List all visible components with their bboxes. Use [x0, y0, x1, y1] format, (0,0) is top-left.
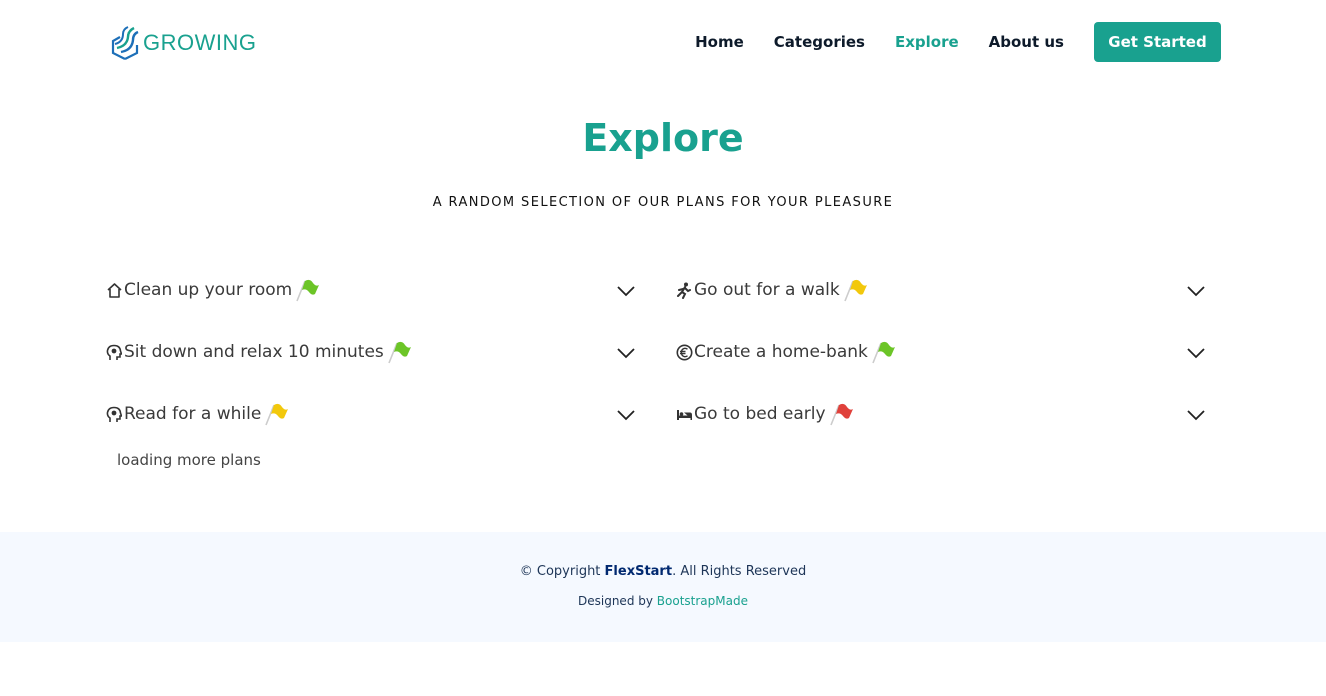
- plan-label: Go out for a walk: [694, 280, 840, 300]
- flag-icon: [265, 403, 289, 426]
- get-started-button[interactable]: Get Started: [1094, 22, 1221, 62]
- nav-home[interactable]: Home: [695, 22, 744, 62]
- page-subtitle: A RANDOM SELECTION OF OUR PLANS FOR YOUR…: [432, 195, 894, 210]
- chevron-down-icon[interactable]: [617, 285, 635, 297]
- copyright: © Copyright FlexStart. All Rights Reserv…: [0, 564, 1326, 579]
- brand-name: GROWING: [143, 30, 257, 55]
- flag-icon: [843, 279, 867, 302]
- head-icon: [105, 343, 123, 361]
- site-header: GROWING Home Categories Explore About us…: [0, 0, 1326, 84]
- growing-logo-icon: [111, 26, 139, 60]
- flag-icon: [829, 403, 853, 426]
- footer-brand: FlexStart: [604, 564, 673, 579]
- designed-prefix: Designed by: [578, 594, 657, 608]
- nav-about-us[interactable]: About us: [989, 22, 1064, 62]
- nav-categories[interactable]: Categories: [774, 22, 865, 62]
- designed-by: Designed by BootstrapMade: [0, 594, 1326, 608]
- house-icon: [105, 281, 123, 299]
- chevron-down-icon[interactable]: [617, 409, 635, 421]
- flag-icon: [872, 341, 895, 364]
- plan-label: Go to bed early: [694, 404, 826, 424]
- plan-item[interactable]: Read for a while: [105, 396, 290, 432]
- main-nav: Home Categories Explore About us Get Sta…: [695, 22, 1221, 62]
- flag-icon: [296, 279, 320, 302]
- copyright-prefix: © Copyright: [519, 564, 605, 579]
- nav-explore[interactable]: Explore: [895, 22, 959, 62]
- plan-item[interactable]: Clean up your room: [105, 272, 321, 308]
- designer-link[interactable]: BootstrapMade: [657, 594, 748, 608]
- bed-icon: [675, 405, 693, 423]
- page-title: Explore: [582, 116, 744, 160]
- loading-text: loading more plans: [117, 451, 261, 469]
- plan-item[interactable]: Create a home-bank: [675, 334, 897, 370]
- flag-icon: [388, 341, 411, 364]
- chevron-down-icon[interactable]: [1187, 347, 1205, 359]
- running-person-icon: [675, 281, 693, 299]
- chevron-down-icon[interactable]: [617, 347, 635, 359]
- plan-item[interactable]: Go out for a walk: [675, 272, 869, 308]
- chevron-down-icon[interactable]: [1187, 409, 1205, 421]
- plan-label: Create a home-bank: [694, 342, 868, 362]
- euro-icon: [675, 343, 693, 361]
- head-icon: [105, 405, 123, 423]
- plan-label: Read for a while: [124, 404, 262, 424]
- copyright-suffix: . All Rights Reserved: [672, 564, 807, 579]
- plan-item[interactable]: Go to bed early: [675, 396, 855, 432]
- plan-label: Sit down and relax 10 minutes: [124, 342, 384, 362]
- plan-label: Clean up your room: [124, 280, 293, 300]
- site-footer: © Copyright FlexStart. All Rights Reserv…: [0, 532, 1326, 642]
- chevron-down-icon[interactable]: [1187, 285, 1205, 297]
- brand-logo[interactable]: GROWING: [110, 24, 257, 62]
- plan-item[interactable]: Sit down and relax 10 minutes: [105, 334, 413, 370]
